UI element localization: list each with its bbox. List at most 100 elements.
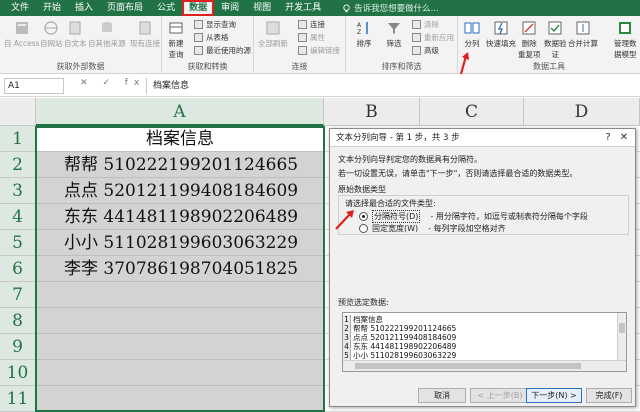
data-model-icon	[619, 22, 632, 34]
tab-home[interactable]: 开始	[36, 0, 68, 16]
clear-filter-button[interactable]: 清除	[412, 19, 439, 30]
cell-a1[interactable]: 档案信息	[36, 126, 324, 152]
advanced-filter-button[interactable]: 高级	[412, 45, 439, 56]
tab-review[interactable]: 审阅	[214, 0, 246, 16]
row-header-1[interactable]: 1	[0, 126, 36, 152]
text-to-columns-button[interactable]: 分列	[464, 20, 480, 49]
preview-vertical-thumb[interactable]	[619, 323, 625, 333]
row-header-5[interactable]: 5	[0, 230, 36, 256]
recent-sources-button[interactable]: 最近使用的源	[194, 45, 251, 56]
preview-line-number: 1	[343, 315, 351, 324]
row-header-6[interactable]: 6	[0, 256, 36, 282]
radio-delimited-dot[interactable]	[359, 212, 368, 221]
cell-a4[interactable]: 东东 441481198902206489	[36, 204, 324, 230]
manage-data-model-button[interactable]: 管理数 据模型	[614, 20, 637, 60]
cell-a2[interactable]: 帮帮 510222199201124665	[36, 152, 324, 178]
preview-line-text: 点点 520121199408184609	[353, 333, 457, 342]
preview-line-number: 4	[343, 342, 351, 351]
new-query-button[interactable]: 新建 查询	[168, 20, 184, 60]
ribbon: 自 Access 自网站 自文本 自其他来源 现有连接 获取外部数据 新建 查询…	[0, 16, 640, 74]
filter-button[interactable]: 筛选	[386, 20, 402, 49]
preview-horizontal-thumb[interactable]	[355, 363, 581, 369]
name-box[interactable]: A1	[4, 78, 64, 94]
cancel-button[interactable]: 取消	[418, 388, 466, 403]
cell-a3[interactable]: 点点 520121199408184609	[36, 178, 324, 204]
preview-line: 1 档案信息	[343, 315, 383, 324]
database-icon	[101, 22, 112, 32]
preview-line: 5 小小 511028199603063229	[343, 351, 456, 360]
from-text-button[interactable]: 自文本	[64, 20, 87, 49]
refresh-all-button[interactable]: 全部刷新	[258, 20, 288, 49]
radio-fixed-width[interactable]: 固定宽度(W) - 每列字段加空格对齐	[359, 223, 506, 234]
consolidate-icon	[576, 21, 590, 35]
consolidate-button[interactable]: 合并计算	[568, 20, 598, 49]
row-header-9[interactable]: 9	[0, 334, 36, 360]
sort-button[interactable]: AZ 排序	[356, 20, 372, 49]
reapply-button[interactable]: 重新应用	[412, 32, 454, 43]
row-header-3[interactable]: 3	[0, 178, 36, 204]
flash-fill-button[interactable]: 快速填充	[486, 20, 516, 49]
data-validation-button[interactable]: 数据验 证	[544, 20, 567, 60]
row-header-2[interactable]: 2	[0, 152, 36, 178]
tell-me-box[interactable]: 告诉我您想要做什么...	[342, 2, 439, 14]
row-header-4[interactable]: 4	[0, 204, 36, 230]
clear-icon	[412, 20, 421, 29]
edit-links-icon	[298, 46, 307, 55]
row-header-10[interactable]: 10	[0, 360, 36, 386]
tab-insert[interactable]: 插入	[68, 0, 100, 16]
tab-data[interactable]: 数据	[182, 0, 215, 16]
radio-delimited[interactable]: 分隔符号(D) - 用分隔字符，如逗号或制表符分隔每个字段	[359, 210, 588, 223]
select-all-corner[interactable]	[0, 98, 36, 126]
preview-line-text: 东东 441481198902206489	[353, 342, 457, 351]
column-header-b[interactable]: B	[324, 98, 420, 126]
column-header-c[interactable]: C	[420, 98, 524, 126]
cell-a11[interactable]	[36, 386, 324, 412]
preview-horizontal-scrollbar[interactable]	[343, 360, 626, 371]
connections-button[interactable]: 连接	[298, 19, 325, 30]
tab-developer[interactable]: 开发工具	[278, 0, 328, 16]
data-preview-box[interactable]: 1 档案信息 2 帮帮 510222199201124665 3 点点 520121199…	[342, 312, 627, 372]
existing-connections-button[interactable]: 现有连接	[130, 20, 160, 49]
cell-a10[interactable]	[36, 360, 324, 386]
edit-links-button[interactable]: 编辑链接	[298, 45, 340, 56]
next-button[interactable]: 下一步(N) >	[526, 388, 582, 403]
formula-actions[interactable]: ✕ ✓ fx	[80, 78, 145, 88]
remove-duplicates-button[interactable]: 删除 重复项	[518, 20, 541, 60]
tab-file[interactable]: 文件	[4, 0, 36, 16]
tab-view[interactable]: 视图	[246, 0, 278, 16]
cell-a7[interactable]	[36, 282, 324, 308]
preview-vertical-scrollbar[interactable]	[617, 313, 626, 361]
refresh-icon	[266, 21, 280, 35]
group-label-connections: 连接	[291, 62, 308, 71]
tab-page-layout[interactable]: 页面布局	[100, 0, 150, 16]
row-header-7[interactable]: 7	[0, 282, 36, 308]
cell-a9[interactable]	[36, 334, 324, 360]
cell-a5[interactable]: 小小 511028199603063229	[36, 230, 324, 256]
preview-line-text: 小小 511028199603063229	[353, 351, 457, 360]
row-header-8[interactable]: 8	[0, 308, 36, 334]
group-get-external-data: 自 Access 自网站 自文本 自其他来源 现有连接 获取外部数据	[0, 16, 162, 74]
close-icon[interactable]: ✕	[617, 131, 631, 145]
column-header-d[interactable]: D	[524, 98, 640, 126]
help-icon[interactable]: ?	[601, 131, 615, 145]
tab-formulas[interactable]: 公式	[150, 0, 182, 16]
radio-fixed-width-dot[interactable]	[359, 224, 368, 233]
row-header-11[interactable]: 11	[0, 386, 36, 412]
properties-button[interactable]: 属性	[298, 32, 325, 43]
radio-fixed-width-desc: - 每列字段加空格对齐	[428, 224, 506, 233]
group-connections: 全部刷新 连接 属性 编辑链接 连接	[254, 16, 346, 74]
preview-line: 4 东东 441481198902206489	[343, 342, 456, 351]
formula-input[interactable]: 档案信息	[146, 78, 636, 94]
from-table-button[interactable]: 从表格	[194, 32, 229, 43]
cell-a6[interactable]: 李李 370786198704051825	[36, 256, 324, 282]
cell-a8[interactable]	[36, 308, 324, 334]
from-access-button[interactable]: 自 Access	[4, 20, 40, 49]
from-web-button[interactable]: 自网站	[40, 20, 63, 49]
show-queries-button[interactable]: 显示查询	[194, 19, 236, 30]
group-get-transform: 新建 查询 显示查询 从表格 最近使用的源 获取和转换	[162, 16, 254, 74]
data-validation-icon	[548, 21, 562, 35]
column-header-a[interactable]: A	[36, 98, 324, 126]
finish-button[interactable]: 完成(F)	[586, 388, 632, 403]
from-other-sources-button[interactable]: 自其他来源	[88, 20, 126, 49]
back-button[interactable]: < 上一步(B)	[470, 388, 530, 403]
